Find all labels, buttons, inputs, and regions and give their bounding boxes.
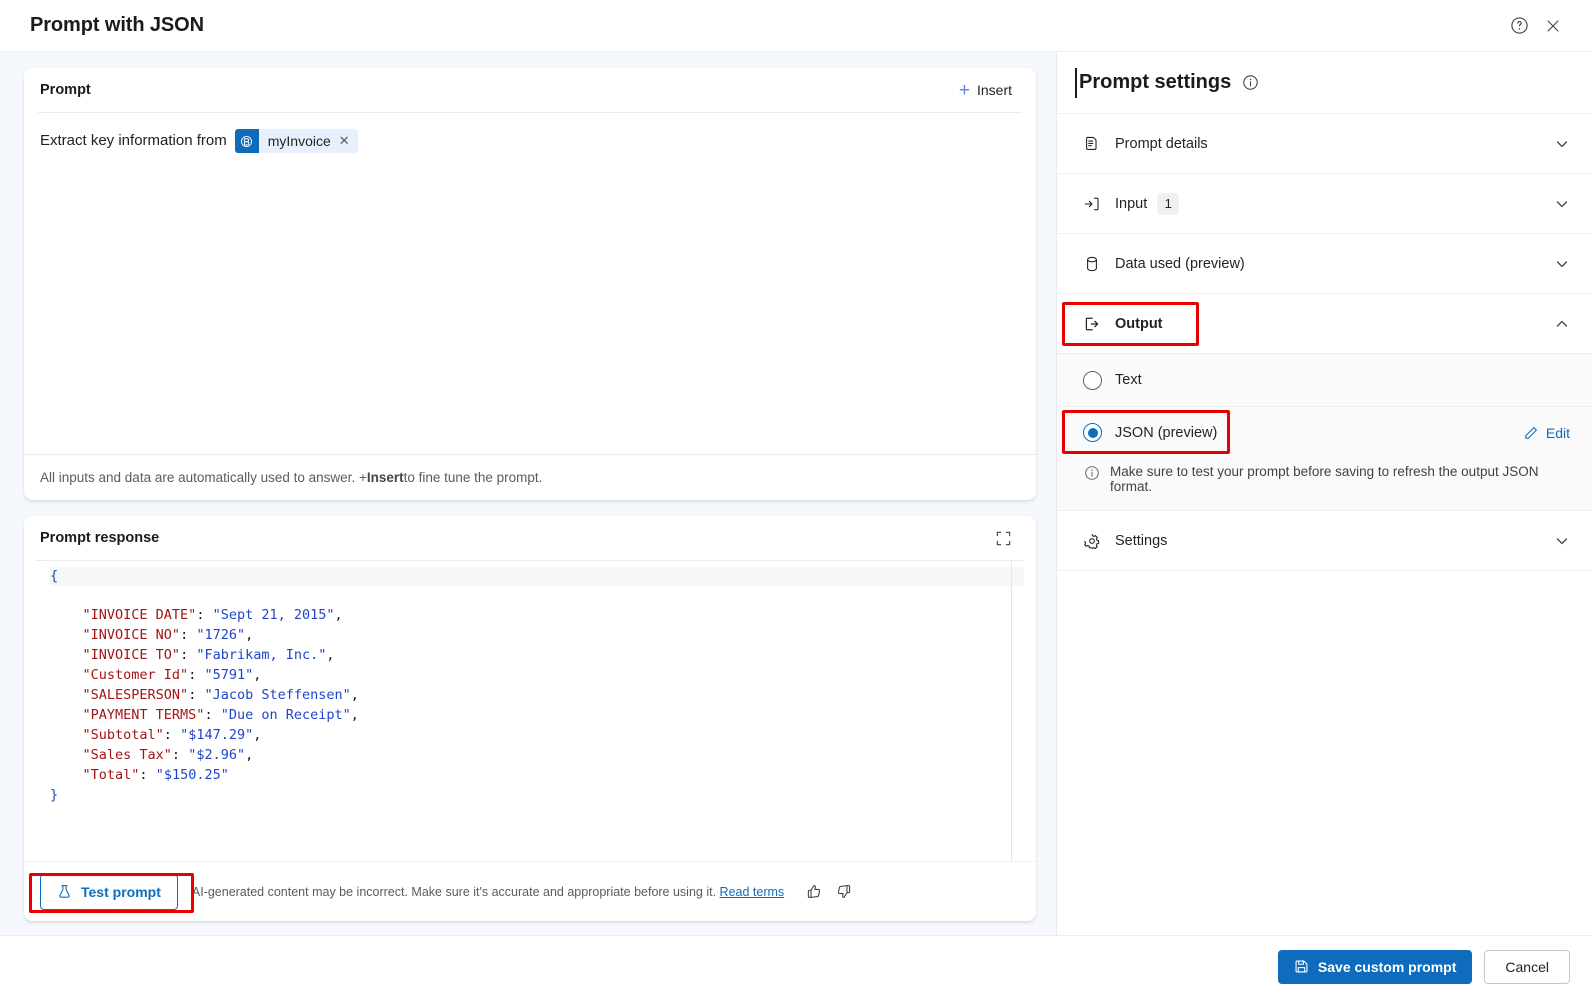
chevron-up-icon xyxy=(1554,316,1570,332)
thumbs-up-icon[interactable] xyxy=(806,883,823,900)
output-option-text-label: Text xyxy=(1115,372,1142,388)
response-card-title: Prompt response xyxy=(40,530,160,546)
section-input[interactable]: Input 1 xyxy=(1057,174,1592,234)
test-prompt-label: Test prompt xyxy=(81,883,161,900)
output-option-json[interactable]: JSON (preview) Edit xyxy=(1057,406,1592,458)
chip-close-icon[interactable]: ✕ xyxy=(337,131,358,151)
info-circle-icon[interactable] xyxy=(1242,74,1259,91)
section-data-used[interactable]: Data used (preview) xyxy=(1057,234,1592,294)
json-response-viewer[interactable]: { "INVOICE DATE": "Sept 21, 2015", "INVO… xyxy=(36,560,1024,861)
document-icon xyxy=(1083,135,1101,153)
save-custom-prompt-label: Save custom prompt xyxy=(1317,958,1457,975)
ai-disclaimer-text: AI-generated content may be incorrect. M… xyxy=(191,884,717,899)
prompt-settings-panel: Prompt settings Prompt details Input 1 D… xyxy=(1056,52,1592,935)
section-input-label: Input xyxy=(1115,195,1148,212)
left-column: Prompt + Insert Extract key information … xyxy=(0,52,1056,935)
dialog-titlebar: Prompt with JSON xyxy=(0,0,1592,52)
dialog-footer: Save custom prompt Cancel xyxy=(0,935,1592,997)
expand-icon[interactable] xyxy=(986,521,1020,555)
section-output[interactable]: Output xyxy=(1057,294,1592,354)
prompt-static-text: Extract key information from xyxy=(40,131,227,149)
chevron-down-icon xyxy=(1554,136,1570,152)
prompt-editor[interactable]: Extract key information from myInvoice ✕ xyxy=(24,113,1036,454)
dialog-body: Prompt + Insert Extract key information … xyxy=(0,52,1592,935)
dataverse-table-icon xyxy=(234,129,259,153)
output-option-text[interactable]: Text xyxy=(1057,354,1592,406)
prompt-hint-bold: Insert xyxy=(366,470,404,485)
chevron-down-icon xyxy=(1554,533,1570,549)
save-icon xyxy=(1294,959,1309,974)
settings-panel-title: Prompt settings xyxy=(1079,71,1232,93)
thumbs-down-icon[interactable] xyxy=(835,883,852,900)
close-icon[interactable] xyxy=(1536,9,1570,43)
plus-icon: + xyxy=(958,79,970,101)
arrow-out-box-icon xyxy=(1083,315,1101,333)
pencil-icon xyxy=(1523,425,1539,441)
section-prompt-details-label: Prompt details xyxy=(1115,135,1208,152)
database-icon xyxy=(1083,255,1101,273)
radio-json[interactable] xyxy=(1083,423,1102,442)
prompt-hint-part1: All inputs and data are automatically us… xyxy=(40,470,367,485)
radio-text[interactable] xyxy=(1083,370,1102,390)
test-prompt-button[interactable]: Test prompt xyxy=(40,873,178,910)
save-custom-prompt-button[interactable]: Save custom prompt xyxy=(1277,949,1473,984)
read-terms-link[interactable]: Read terms xyxy=(720,885,785,899)
edit-json-button[interactable]: Edit xyxy=(1523,425,1570,441)
prompt-hint-part2: to fine tune the prompt. xyxy=(403,470,543,485)
prompt-response-card: Prompt response { "INVOICE DATE": "Sept … xyxy=(24,516,1036,921)
cancel-button[interactable]: Cancel xyxy=(1484,949,1570,984)
beaker-icon xyxy=(57,884,72,899)
arrow-into-box-icon xyxy=(1083,195,1101,213)
output-option-json-label: JSON (preview) xyxy=(1115,424,1218,441)
response-scrollbar-track[interactable] xyxy=(1011,561,1012,861)
info-circle-icon xyxy=(1084,465,1100,481)
output-options-panel: Text JSON (preview) Edit Make sure to te… xyxy=(1057,354,1592,511)
ai-disclaimer: AI-generated content may be incorrect. M… xyxy=(192,885,784,899)
settings-panel-header: Prompt settings xyxy=(1057,52,1592,114)
section-data-used-label: Data used (preview) xyxy=(1115,255,1245,272)
response-card-header: Prompt response xyxy=(24,516,1036,560)
text-cursor-indicator xyxy=(1075,68,1077,98)
prompt-card-header: Prompt + Insert xyxy=(24,68,1036,112)
json-response-code: { "INVOICE DATE": "Sept 21, 2015", "INVO… xyxy=(36,561,1024,806)
input-count-badge: 1 xyxy=(1157,192,1180,215)
output-json-note: Make sure to test your prompt before sav… xyxy=(1057,458,1592,510)
insert-button-label: Insert xyxy=(976,82,1012,98)
gear-icon xyxy=(1083,532,1101,550)
help-circle-icon[interactable] xyxy=(1502,9,1536,43)
section-settings-label: Settings xyxy=(1115,532,1168,549)
chevron-down-icon xyxy=(1554,256,1570,272)
input-chip-label: myInvoice xyxy=(267,132,331,149)
output-json-note-text: Make sure to test your prompt before sav… xyxy=(1110,464,1539,494)
insert-button[interactable]: + Insert xyxy=(951,77,1020,104)
response-footer: Test prompt AI-generated content may be … xyxy=(24,861,1036,921)
input-chip-myinvoice[interactable]: myInvoice ✕ xyxy=(234,129,358,153)
page-title: Prompt with JSON xyxy=(30,14,204,36)
chevron-down-icon xyxy=(1554,196,1570,212)
prompt-with-json-dialog: Prompt with JSON Prompt + Insert Extract… xyxy=(0,0,1592,997)
section-prompt-details[interactable]: Prompt details xyxy=(1057,114,1592,174)
prompt-card: Prompt + Insert Extract key information … xyxy=(24,68,1036,500)
section-output-label: Output xyxy=(1115,315,1163,332)
section-settings[interactable]: Settings xyxy=(1057,511,1592,571)
prompt-card-title: Prompt xyxy=(40,82,91,98)
prompt-hint-bar: All inputs and data are automatically us… xyxy=(24,454,1036,500)
edit-json-label: Edit xyxy=(1545,424,1570,441)
